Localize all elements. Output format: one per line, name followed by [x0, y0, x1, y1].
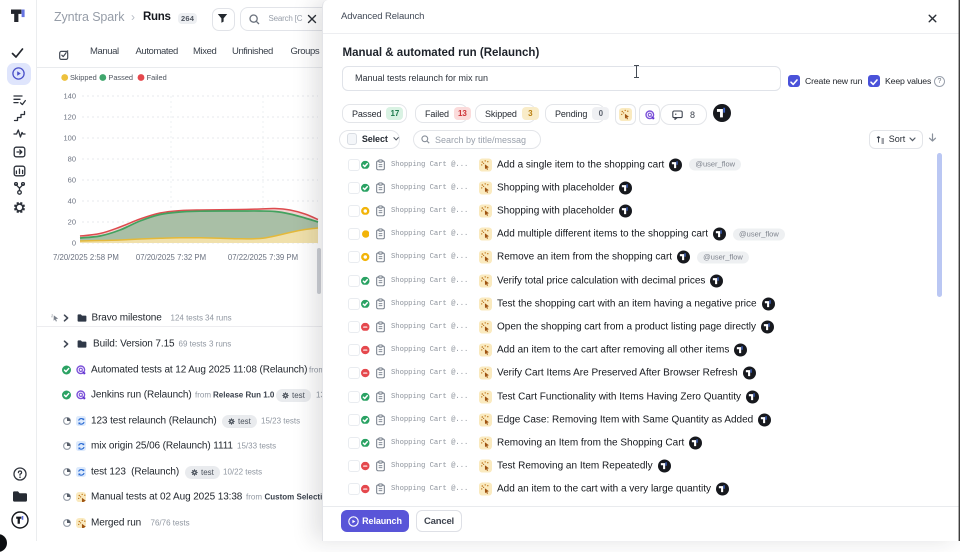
svg-text:07/20/2025 7:32 PM: 07/20/2025 7:32 PM [136, 253, 206, 262]
svg-text:40: 40 [68, 197, 76, 206]
svg-text:07/22/2025 7:39 PM: 07/22/2025 7:39 PM [228, 253, 298, 262]
svg-text:Skipped: Skipped [70, 73, 97, 82]
svg-text:0: 0 [72, 239, 76, 248]
svg-text:80: 80 [68, 155, 76, 164]
svg-text:100: 100 [63, 134, 76, 143]
svg-text:20: 20 [68, 218, 76, 227]
svg-text:140: 140 [63, 92, 76, 101]
svg-text:Failed: Failed [147, 73, 167, 82]
svg-text:60: 60 [68, 176, 76, 185]
svg-text:120: 120 [63, 113, 76, 122]
svg-text:Passed: Passed [108, 73, 133, 82]
svg-text:7/20/2025 2:58 PM: 7/20/2025 2:58 PM [53, 253, 119, 262]
